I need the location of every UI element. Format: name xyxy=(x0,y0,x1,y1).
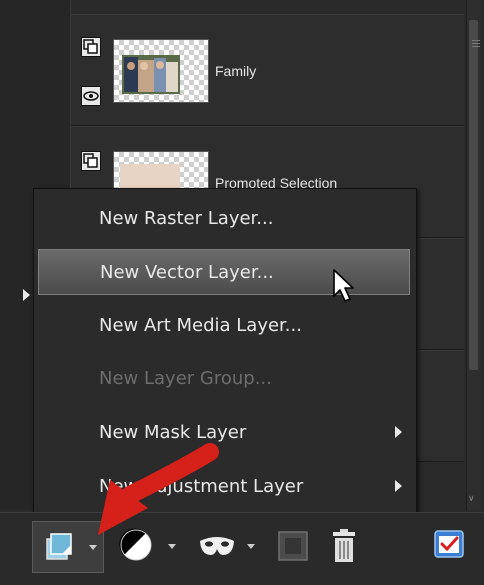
layer-row-family[interactable]: Family xyxy=(71,14,464,126)
chevron-down-icon[interactable] xyxy=(168,544,176,549)
layer-properties-button[interactable] xyxy=(432,527,466,561)
chevron-down-icon[interactable] xyxy=(247,544,255,549)
delete-layer-button[interactable] xyxy=(329,527,359,565)
adjustment-layer-button[interactable] xyxy=(118,525,180,569)
new-layer-button[interactable] xyxy=(32,521,104,573)
scroll-down-chevron-icon[interactable]: ∨ xyxy=(468,494,475,504)
menu-item-new-layer-group[interactable]: New Layer Group... xyxy=(38,356,410,402)
menu-item-label: New Layer Group... xyxy=(99,368,272,389)
submenu-arrow-icon xyxy=(395,480,402,492)
expand-arrow-icon[interactable] xyxy=(23,289,30,301)
grip xyxy=(472,43,480,44)
menu-item-label: New Mask Layer xyxy=(99,422,247,443)
menu-item-new-mask-layer[interactable]: New Mask Layer xyxy=(38,410,410,456)
checklist-icon xyxy=(434,530,464,558)
new-layer-icon xyxy=(46,533,72,560)
menu-item-label: New Vector Layer... xyxy=(100,262,274,283)
menu-item-label: New Adjustment Layer xyxy=(99,476,304,497)
menu-item-new-raster-layer[interactable]: New Raster Layer... xyxy=(38,196,410,242)
menu-item-label: New Art Media Layer... xyxy=(99,315,302,336)
layers-toolbar xyxy=(0,512,484,585)
menu-item-new-art-media-layer[interactable]: New Art Media Layer... xyxy=(38,303,410,349)
submenu-arrow-icon xyxy=(395,426,402,438)
visibility-eye-icon[interactable] xyxy=(81,86,101,106)
layer-frame-icon xyxy=(278,531,308,561)
scrollbar-thumb[interactable] xyxy=(469,20,480,370)
layer-type-icon[interactable] xyxy=(81,37,101,57)
layer-type-icon[interactable] xyxy=(81,151,101,171)
grip xyxy=(472,46,480,47)
mouse-cursor-icon xyxy=(333,269,354,302)
layer-frame-button[interactable] xyxy=(276,529,310,563)
layer-thumbnail-family[interactable] xyxy=(113,39,209,103)
grip xyxy=(472,40,480,41)
trash-icon xyxy=(333,529,355,562)
chevron-down-icon[interactable] xyxy=(89,545,97,550)
menu-item-new-adjustment-layer[interactable]: New Adjustment Layer xyxy=(38,464,410,510)
scrollbar[interactable]: ∨ xyxy=(466,0,481,510)
contrast-icon xyxy=(119,528,152,561)
mask-layer-button[interactable] xyxy=(195,525,259,569)
mask-icon xyxy=(200,537,234,555)
layer-name[interactable]: Family xyxy=(215,63,256,79)
menu-item-label: New Raster Layer... xyxy=(99,208,274,229)
new-layer-menu: New Raster Layer... New Vector Layer... … xyxy=(33,188,417,516)
